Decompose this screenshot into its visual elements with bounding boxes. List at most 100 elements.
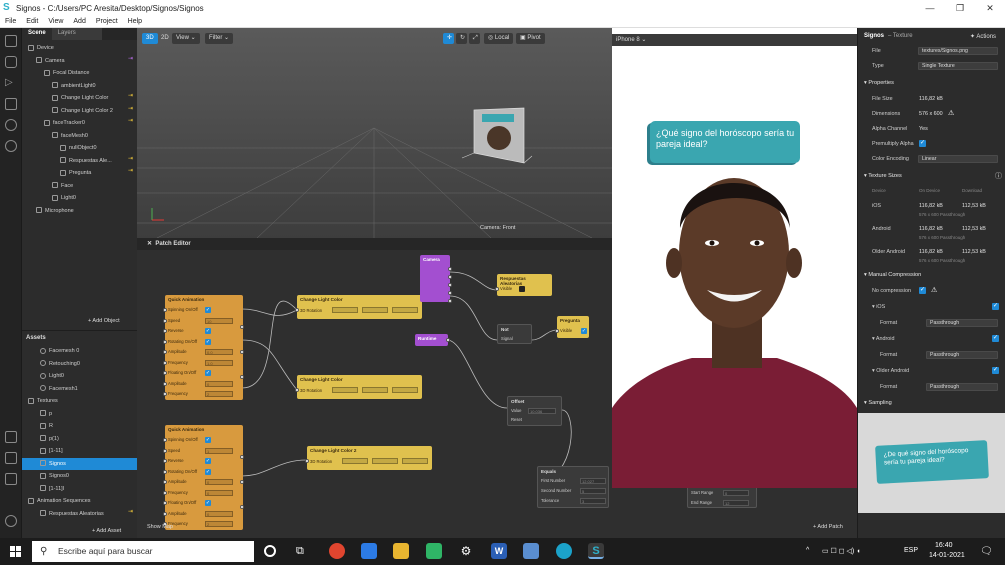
- add-patch-button[interactable]: + Add Patch: [813, 524, 843, 530]
- word-icon[interactable]: W: [491, 543, 507, 559]
- scene-item[interactable]: Device: [28, 42, 54, 54]
- node-value-field[interactable]: [392, 307, 418, 313]
- asset-item[interactable]: R: [22, 420, 137, 432]
- node-value-field[interactable]: 1.0: [205, 359, 233, 366]
- quick-animation-node[interactable]: Quick Animation Spinning On/Off ✓ Speed 1 Rev…: [163, 425, 244, 530]
- node-port[interactable]: [448, 267, 452, 271]
- scene-item[interactable]: Pregunta: [60, 167, 91, 179]
- scale-tool-icon[interactable]: ⤢: [469, 33, 480, 44]
- refresh-icon[interactable]: [5, 119, 17, 131]
- node-port[interactable]: [163, 318, 167, 323]
- node-port[interactable]: [295, 308, 299, 312]
- scene-item[interactable]: Light0: [52, 192, 76, 204]
- show-map-button[interactable]: Show Map: [147, 524, 173, 530]
- node-port[interactable]: [240, 505, 244, 509]
- node-port[interactable]: [163, 329, 167, 333]
- rotate-tool-icon[interactable]: ↻: [456, 33, 467, 44]
- node-value-field[interactable]: 0: [205, 479, 233, 485]
- runtime-node[interactable]: Runtime: [415, 334, 450, 346]
- node-port[interactable]: [163, 350, 167, 354]
- node-value-field[interactable]: 2: [205, 521, 233, 527]
- format-dropdown-android[interactable]: Passthrough: [926, 351, 998, 359]
- tab-scene[interactable]: Scene: [22, 28, 52, 40]
- node-value-field[interactable]: 10.036: [528, 408, 556, 414]
- node-port[interactable]: [163, 308, 167, 312]
- ios-checkbox[interactable]: ✓: [992, 303, 999, 310]
- node-port[interactable]: [240, 350, 244, 354]
- zoom-icon[interactable]: [5, 140, 17, 152]
- filter-dropdown[interactable]: Filter ⌄: [205, 33, 234, 44]
- upload-icon[interactable]: [5, 473, 17, 485]
- node-port[interactable]: [240, 455, 244, 459]
- node-value-field[interactable]: 12.027: [580, 478, 606, 484]
- add-object-button[interactable]: + Add Object: [88, 318, 120, 324]
- manual-compression-section[interactable]: ▾ Manual Compression: [864, 272, 921, 278]
- quick-animation-node[interactable]: Quick Animation Spinning On/Off ✓ Speed 10 Re…: [163, 295, 244, 400]
- node-port[interactable]: [163, 339, 167, 344]
- scene-item[interactable]: Face: [52, 180, 73, 192]
- patch-link-icon[interactable]: ⇥: [128, 167, 133, 174]
- node-port[interactable]: [448, 283, 452, 287]
- patch-link-icon[interactable]: ⇥: [128, 92, 133, 99]
- asset-item[interactable]: Animation Sequences: [22, 495, 137, 507]
- node-value-field[interactable]: 0.0: [205, 349, 233, 355]
- node-value-field[interactable]: 0: [723, 490, 749, 496]
- taskbar-search-input[interactable]: ⚲ Escribe aquí para buscar: [32, 541, 254, 562]
- scene-item[interactable]: ambientLight0: [52, 80, 96, 92]
- scene-item[interactable]: Change Light Color: [52, 92, 108, 104]
- windows-start-icon[interactable]: [10, 546, 21, 557]
- format-dropdown-ios[interactable]: Passthrough: [926, 319, 998, 327]
- file-explorer-icon[interactable]: [393, 543, 409, 559]
- move-tool-icon[interactable]: ✛: [443, 33, 454, 44]
- node-checkbox[interactable]: ✓: [205, 328, 211, 334]
- asset-item[interactable]: [1-11]: [22, 445, 137, 457]
- maximize-button[interactable]: ❐: [945, 0, 975, 16]
- node-port[interactable]: [163, 511, 167, 516]
- properties-section[interactable]: ▾ Properties: [864, 80, 894, 86]
- add-asset-button[interactable]: + Add Asset: [92, 528, 121, 534]
- menu-edit[interactable]: Edit: [21, 18, 43, 25]
- pregunta-node[interactable]: Pregunta Visible ✓: [555, 316, 589, 338]
- node-port[interactable]: [448, 275, 452, 279]
- node-port[interactable]: [163, 469, 167, 474]
- scene-item[interactable]: faceMesh0: [52, 130, 88, 142]
- menu-project[interactable]: Project: [91, 18, 123, 25]
- chrome-icon[interactable]: [329, 543, 345, 559]
- node-value-field[interactable]: 5: [580, 488, 606, 494]
- clock-time[interactable]: 16:40: [935, 542, 953, 549]
- asset-item[interactable]: Facemesh1: [22, 383, 137, 395]
- layout-icon[interactable]: [5, 35, 17, 47]
- node-value-field[interactable]: 0: [205, 510, 233, 517]
- asset-item[interactable]: Textures: [22, 395, 137, 407]
- play-icon[interactable]: ▷: [5, 77, 17, 89]
- node-port[interactable]: [295, 388, 299, 392]
- node-port[interactable]: [240, 375, 244, 379]
- node-checkbox[interactable]: ✓: [205, 500, 211, 506]
- cortana-icon[interactable]: [264, 545, 276, 557]
- spark-ar-taskbar-icon[interactable]: S: [588, 543, 604, 559]
- premultiply-checkbox[interactable]: ✓: [919, 140, 926, 147]
- older-android-checkbox[interactable]: ✓: [992, 367, 999, 374]
- app-icon[interactable]: [523, 543, 539, 559]
- account-icon[interactable]: [5, 515, 17, 527]
- change-light-color-node[interactable]: Change Light Color 3D Rotation: [295, 375, 422, 399]
- asset-item[interactable]: p: [22, 408, 137, 420]
- asset-item[interactable]: Respuestas Aleatorias: [22, 508, 137, 520]
- node-value-field[interactable]: [332, 387, 358, 393]
- tray-chevron-icon[interactable]: ^: [806, 547, 809, 554]
- node-port[interactable]: [163, 501, 167, 505]
- viewport-3d[interactable]: 3D 2D View ⌄ Filter ⌄ ✛ ↻ ⤢ ◎ Local ▣ Pi…: [137, 28, 612, 238]
- notification-icon[interactable]: 🗨: [980, 546, 993, 557]
- node-port[interactable]: [495, 287, 499, 291]
- asset-item[interactable]: [1-11]I: [22, 483, 137, 495]
- range-node[interactable]: Start Range 0 End Range 12: [687, 486, 757, 508]
- node-value-field[interactable]: [372, 458, 398, 464]
- node-value-field[interactable]: [392, 387, 418, 393]
- node-port[interactable]: [555, 329, 559, 333]
- language-indicator[interactable]: ESP: [904, 547, 918, 554]
- patch-link-icon[interactable]: ⇥: [128, 155, 133, 162]
- node-port[interactable]: [163, 381, 167, 386]
- android-checkbox[interactable]: ✓: [992, 335, 999, 342]
- asset-item[interactable]: Retouching0: [22, 358, 137, 370]
- node-port[interactable]: [163, 392, 167, 396]
